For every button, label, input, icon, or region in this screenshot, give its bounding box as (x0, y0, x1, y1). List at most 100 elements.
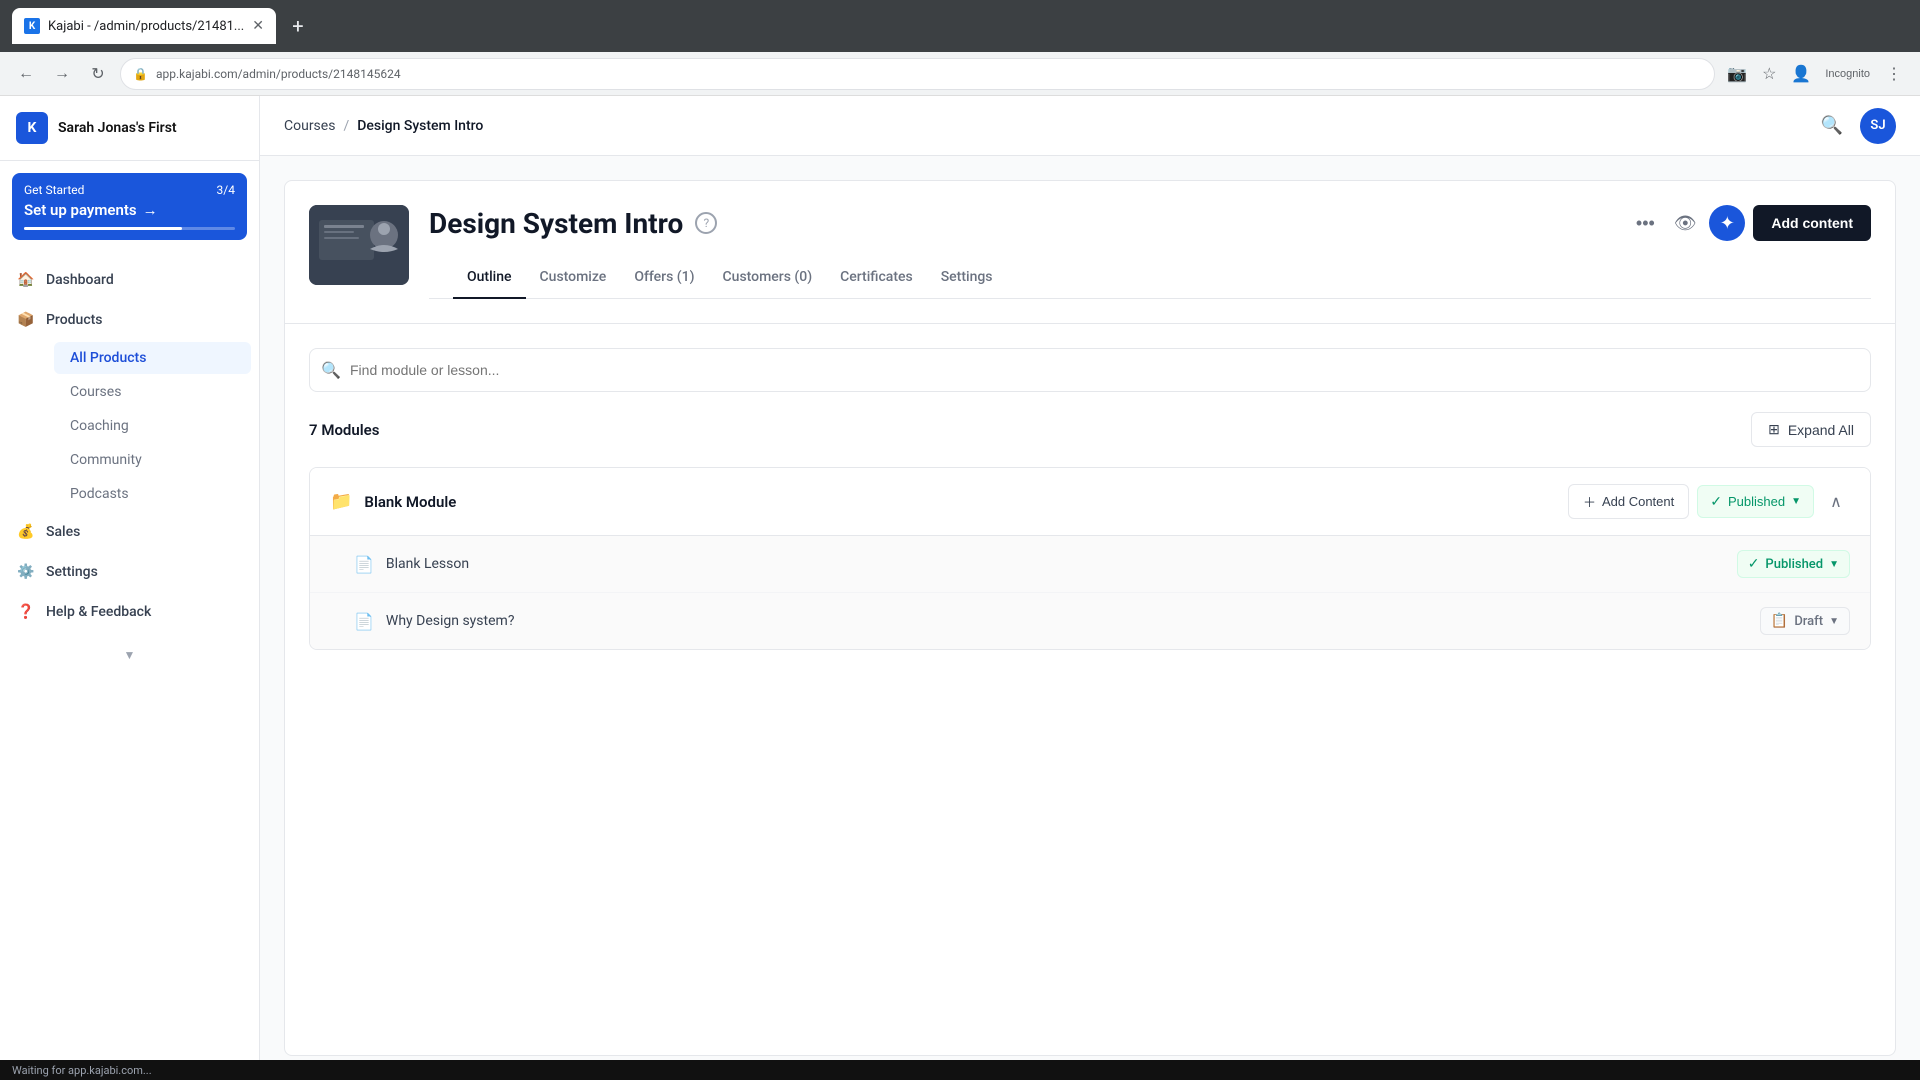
forward-button[interactable]: → (48, 60, 76, 88)
tab-close-button[interactable]: ✕ (252, 18, 264, 34)
sidebar-item-podcasts[interactable]: Podcasts (54, 478, 251, 510)
tab-customers[interactable]: Customers (0) (709, 257, 827, 299)
tab-outline[interactable]: Outline (453, 257, 526, 299)
nav-section: 🏠 Dashboard 📦 Products All Products Cour… (0, 252, 259, 640)
lesson-name: Why Design system? (386, 613, 1748, 629)
lesson-item: 📄 Blank Lesson ✓ Published ▼ (310, 536, 1870, 593)
add-content-label: Add Content (1602, 494, 1674, 509)
lessons-list: 📄 Blank Lesson ✓ Published ▼ (310, 535, 1870, 649)
get-started-title: Set up payments → (24, 201, 235, 219)
expand-all-button[interactable]: ⊞ Expand All (1751, 412, 1871, 447)
content: Design System Intro ? ••• 👁 ✦ Add conten… (260, 156, 1920, 1080)
module-blank-module: 📁 Blank Module ＋ Add Content ✓ (309, 467, 1871, 650)
sidebar-item-coaching[interactable]: Coaching (54, 410, 251, 442)
sidebar-item-dashboard[interactable]: 🏠 Dashboard (0, 260, 259, 300)
tab-title: Kajabi - /admin/products/21481... (48, 19, 244, 34)
sales-label: Sales (46, 524, 80, 540)
more-options-button[interactable]: ••• (1629, 207, 1661, 239)
preview-button[interactable]: 👁 (1669, 207, 1701, 239)
course-header: Design System Intro ? ••• 👁 ✦ Add conten… (285, 181, 1895, 324)
tab-settings[interactable]: Settings (927, 257, 1007, 299)
sidebar-item-help[interactable]: ❓ Help & Feedback (0, 592, 259, 632)
course-info: Design System Intro ? ••• 👁 ✦ Add conten… (429, 205, 1871, 299)
tab-offers[interactable]: Offers (1) (620, 257, 708, 299)
module-search-input[interactable] (309, 348, 1871, 392)
outline-content: 🔍 7 Modules ⊞ Expand All (285, 324, 1895, 686)
module-actions: ＋ Add Content ✓ Published ▼ ∧ (1568, 484, 1850, 519)
sidebar-item-courses[interactable]: Courses (54, 376, 251, 408)
lesson-name: Blank Lesson (386, 556, 1725, 572)
course-actions: ••• 👁 ✦ Add content (1629, 205, 1871, 241)
sidebar-item-products[interactable]: 📦 Products (0, 300, 259, 340)
help-icon: ❓ (16, 602, 36, 622)
main-panel: Design System Intro ? ••• 👁 ✦ Add conten… (284, 180, 1896, 1056)
status-text: Waiting for app.kajabi.com... (12, 1064, 152, 1077)
module-name: Blank Module (364, 493, 1556, 511)
lesson-check-icon: ✓ (1748, 556, 1760, 572)
sidebar-item-settings[interactable]: ⚙️ Settings (0, 552, 259, 592)
lock-icon: 🔒 (133, 67, 148, 81)
back-button[interactable]: ← (12, 60, 40, 88)
course-thumbnail (309, 205, 409, 285)
products-label: Products (46, 312, 103, 328)
get-started-label: Get Started (24, 183, 84, 197)
app: K Sarah Jonas's First Get Started 3/4 Se… (0, 96, 1920, 1080)
search-button[interactable]: 🔍 (1816, 110, 1848, 142)
brand-name: Sarah Jonas's First (58, 120, 177, 136)
chevron-down-icon: ▼ (1791, 496, 1801, 507)
progress-bar (24, 227, 235, 230)
breadcrumb: Courses / Design System Intro (284, 118, 483, 134)
course-title: Design System Intro (429, 207, 683, 240)
sidebar-header: K Sarah Jonas's First (0, 96, 259, 161)
lesson-status-label: Published (1765, 557, 1823, 572)
breadcrumb-current: Design System Intro (357, 118, 483, 134)
get-started-banner[interactable]: Get Started 3/4 Set up payments → (12, 173, 247, 240)
bookmark-button[interactable]: ☆ (1755, 60, 1783, 88)
sidebar-item-sales[interactable]: 💰 Sales (0, 512, 259, 552)
incognito-label: Incognito (1819, 60, 1876, 88)
browser-toolbar: ← → ↻ 🔒 app.kajabi.com/admin/products/21… (0, 52, 1920, 96)
dashboard-icon: 🏠 (16, 270, 36, 290)
lesson-status-button[interactable]: ✓ Published ▼ (1737, 550, 1850, 578)
products-subnav: All Products Courses Coaching Community … (0, 342, 259, 510)
menu-button[interactable]: ⋮ (1880, 60, 1908, 88)
module-published-button[interactable]: ✓ Published ▼ (1697, 485, 1814, 518)
folder-icon: 📁 (330, 491, 352, 512)
kajabi-logo: K (16, 112, 48, 144)
sales-icon: 💰 (16, 522, 36, 542)
modules-count: 7 Modules (309, 421, 379, 439)
get-started-progress: 3/4 (217, 183, 235, 197)
plus-icon: ＋ (1583, 492, 1596, 511)
sidebar-item-community[interactable]: Community (54, 444, 251, 476)
module-collapse-button[interactable]: ∧ (1822, 488, 1850, 516)
header-actions: 🔍 SJ (1816, 108, 1896, 144)
module-add-content-button[interactable]: ＋ Add Content (1568, 484, 1689, 519)
thumbnail-image (309, 205, 409, 285)
tab-customize[interactable]: Customize (526, 257, 621, 299)
browser-tab[interactable]: K Kajabi - /admin/products/21481... ✕ (12, 8, 276, 44)
address-bar[interactable]: 🔒 app.kajabi.com/admin/products/21481456… (120, 58, 1715, 90)
profile-button[interactable]: 👤 (1787, 60, 1815, 88)
module-status-label: Published (1728, 494, 1785, 509)
quick-add-button[interactable]: ✦ (1709, 205, 1745, 241)
reload-button[interactable]: ↻ (84, 60, 112, 88)
lesson-draft-button[interactable]: 📋 Draft ▼ (1760, 607, 1850, 635)
sidebar-item-all-products[interactable]: All Products (54, 342, 251, 374)
settings-label: Settings (46, 564, 98, 580)
new-tab-button[interactable]: + (284, 12, 312, 40)
course-tabs: Outline Customize Offers (1) Customers (… (429, 257, 1871, 299)
app-body: K Sarah Jonas's First Get Started 3/4 Se… (0, 96, 1920, 1080)
expand-all-label: Expand All (1788, 422, 1854, 438)
camera-off-button[interactable]: 📷 (1723, 60, 1751, 88)
draft-chevron-icon: ▼ (1829, 616, 1839, 627)
lesson-chevron-icon: ▼ (1829, 559, 1839, 570)
sidebar: K Sarah Jonas's First Get Started 3/4 Se… (0, 96, 260, 1080)
add-content-button[interactable]: Add content (1753, 205, 1871, 241)
breadcrumb-separator: / (343, 118, 349, 134)
tab-certificates[interactable]: Certificates (826, 257, 927, 299)
get-started-top: Get Started 3/4 (24, 183, 235, 197)
help-label: Help & Feedback (46, 604, 151, 620)
help-circle-icon[interactable]: ? (695, 212, 717, 234)
user-avatar[interactable]: SJ (1860, 108, 1896, 144)
breadcrumb-courses-link[interactable]: Courses (284, 118, 335, 134)
